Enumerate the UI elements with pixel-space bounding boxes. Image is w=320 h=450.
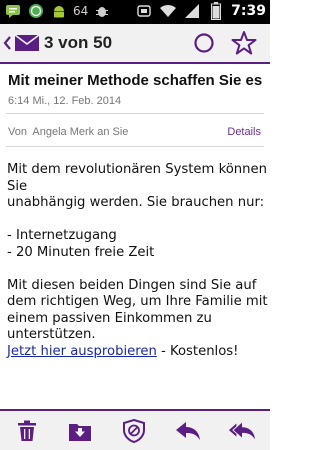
reply-icon[interactable] xyxy=(174,419,202,443)
back-chevron-icon[interactable] xyxy=(3,35,12,55)
move-to-folder-icon[interactable] xyxy=(66,419,94,443)
sim-icon xyxy=(135,2,153,20)
wifi-icon xyxy=(159,2,177,20)
divider xyxy=(6,113,264,114)
message-subject: Mit meiner Methode schaffen Sie es xyxy=(8,72,263,89)
sender-name: Angela Merk an Sie xyxy=(32,126,129,138)
body-bullet: - Internetzugang xyxy=(7,228,117,243)
from-label: Von xyxy=(8,126,27,138)
battery-icon xyxy=(207,2,225,20)
cta-suffix: - Kostenlos! xyxy=(156,343,239,359)
envelope-icon[interactable] xyxy=(14,33,40,57)
cta-line: Jetzt hier ausprobieren - Kostenlos! xyxy=(7,344,269,361)
divider xyxy=(6,146,264,147)
message-body: Mit dem revolutionären System können Sie… xyxy=(7,162,269,360)
sender-row: Von Angela Merk an Sie xyxy=(8,126,131,138)
star-icon[interactable] xyxy=(231,30,257,60)
signal-icon xyxy=(183,2,201,20)
debug-icon xyxy=(93,2,111,20)
details-link[interactable]: Details xyxy=(227,126,261,138)
body-line: unabhängig werden. Sie brauchen nur: xyxy=(7,195,265,210)
action-bar: 3 von 50 xyxy=(0,24,270,64)
notification-count: 64 xyxy=(73,4,89,18)
message-position-title: 3 von 50 xyxy=(44,33,113,52)
sms-icon xyxy=(4,2,22,20)
body-bullet: - 20 Minuten freie Zeit xyxy=(7,244,155,260)
cta-link[interactable]: Jetzt hier ausprobieren xyxy=(7,344,157,359)
body-line: Mit dem revolutionären System können Sie xyxy=(7,162,267,194)
reply-all-icon[interactable] xyxy=(228,419,256,443)
bottom-toolbar xyxy=(0,409,270,450)
status-bar: 64 7:39 xyxy=(0,0,270,24)
message-date: 6:14 Mi., 12. Feb. 2014 xyxy=(8,95,122,107)
whatsapp-icon xyxy=(27,2,45,20)
delete-icon[interactable] xyxy=(13,419,41,443)
mark-read-circle-icon[interactable] xyxy=(193,32,215,58)
clock: 7:39 xyxy=(231,3,266,19)
body-paragraph: Mit diesen beiden Dingen sind Sie auf de… xyxy=(7,277,268,343)
android-icon xyxy=(50,2,68,20)
spam-shield-icon[interactable] xyxy=(120,419,148,443)
